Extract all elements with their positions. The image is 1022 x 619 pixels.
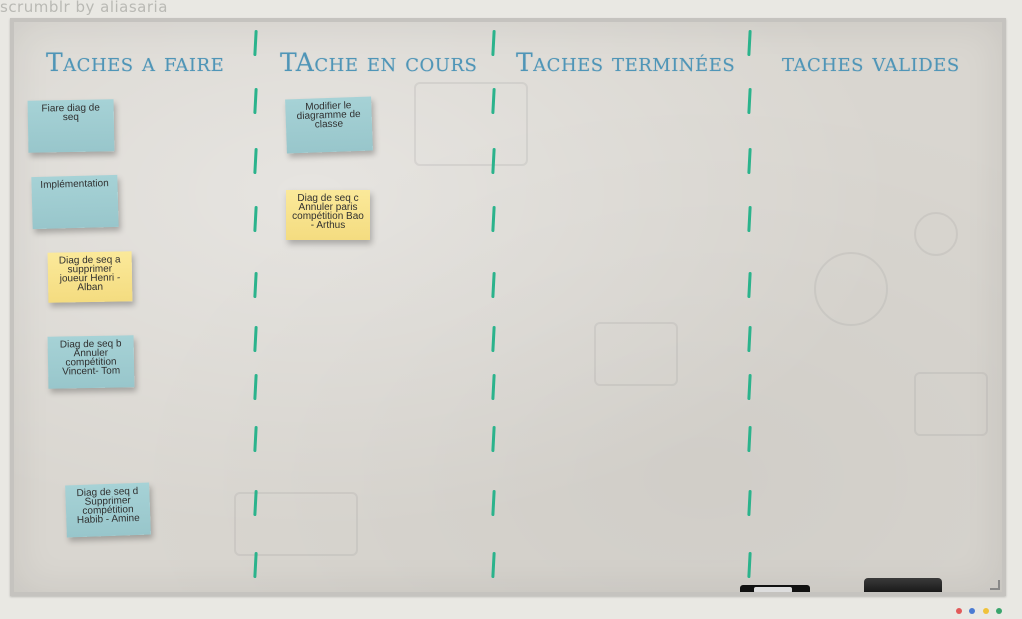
sticky-note[interactable]: Modifier le diagramme de classe bbox=[285, 96, 373, 154]
sticky-note[interactable]: Diag de seq b Annuler compétition Vincen… bbox=[47, 335, 135, 389]
sticky-note[interactable]: Diag de seq c Annuler paris compétition … bbox=[286, 190, 370, 240]
background-doodle bbox=[594, 322, 678, 386]
eraser-icon[interactable] bbox=[864, 578, 942, 592]
sticky-note[interactable]: Diag de seq d Supprimer compétition Habi… bbox=[65, 482, 151, 538]
column-divider[interactable] bbox=[490, 29, 500, 590]
column-title-in-progress[interactable]: TAche en cours bbox=[280, 48, 477, 77]
background-doodle bbox=[814, 252, 888, 326]
marker-icon[interactable] bbox=[740, 585, 810, 592]
column-divider[interactable] bbox=[252, 29, 262, 590]
sticky-note[interactable]: Fiare diag de seq bbox=[27, 99, 115, 153]
column-divider[interactable] bbox=[746, 29, 756, 590]
yellow-dot-icon[interactable] bbox=[982, 608, 989, 614]
brand-title: scrumblr by aliasaria bbox=[0, 0, 168, 16]
background-doodle bbox=[914, 372, 988, 436]
red-dot-icon[interactable] bbox=[955, 608, 962, 614]
sticky-note[interactable]: Diag de seq a supprimer joueur Henri - A… bbox=[47, 251, 133, 303]
resize-grip-icon[interactable] bbox=[990, 580, 1000, 590]
column-title-done[interactable]: Taches terminées bbox=[516, 48, 735, 77]
background-doodle bbox=[414, 82, 528, 166]
sticky-note[interactable]: Implémentation bbox=[31, 174, 119, 230]
whiteboard[interactable]: Taches a faire TAche en cours Taches ter… bbox=[10, 18, 1006, 596]
color-dots[interactable] bbox=[953, 601, 1002, 614]
column-title-validated[interactable]: taches valides bbox=[782, 48, 960, 77]
background-doodle bbox=[914, 212, 958, 256]
column-title-todo[interactable]: Taches a faire bbox=[46, 48, 224, 77]
blue-dot-icon[interactable] bbox=[969, 608, 976, 614]
green-dot-icon[interactable] bbox=[996, 608, 1002, 614]
